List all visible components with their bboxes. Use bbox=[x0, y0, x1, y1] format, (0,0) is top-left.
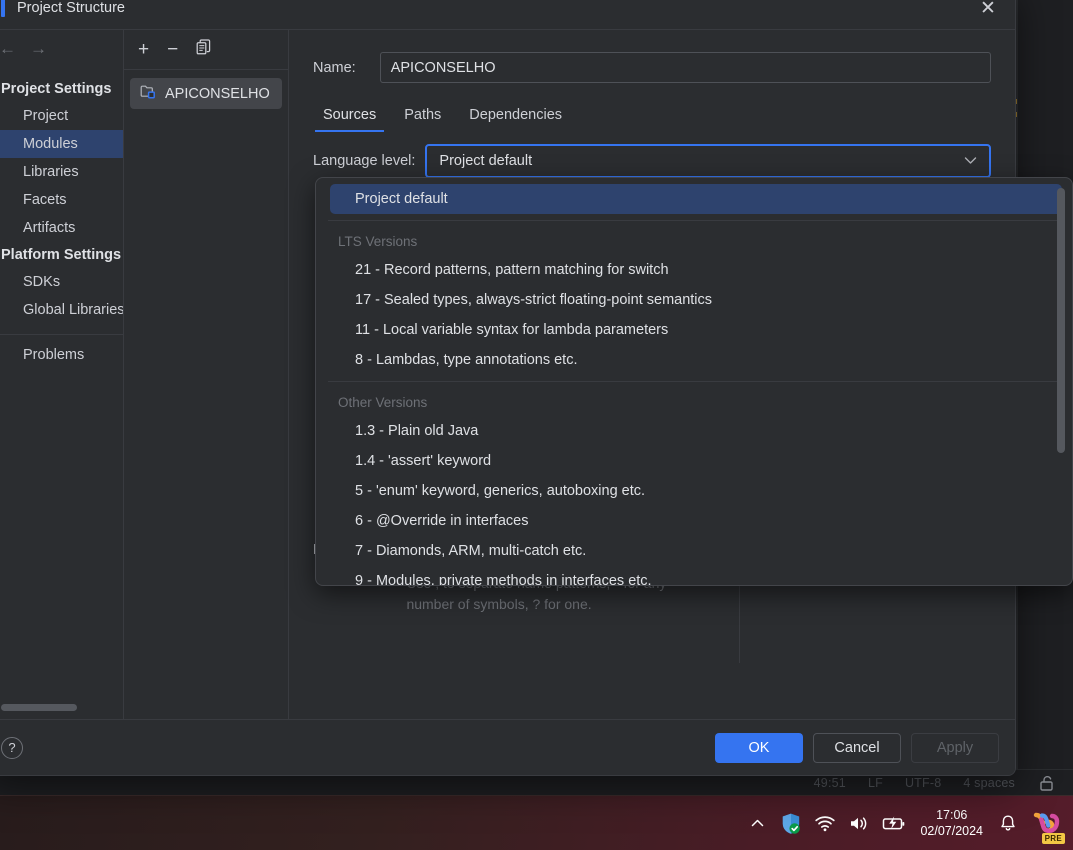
chevron-down-icon bbox=[964, 154, 977, 168]
wifi-icon[interactable] bbox=[808, 800, 842, 846]
bell-icon[interactable] bbox=[991, 800, 1025, 846]
dropdown-option-1-3[interactable]: 1.3 - Plain old Java bbox=[330, 416, 1062, 446]
dropdown-scrollbar-thumb[interactable] bbox=[1057, 188, 1065, 453]
settings-sidebar: ← → Project Settings Project Modules Lib… bbox=[0, 30, 124, 719]
dialog-title-bar: Project Structure ✕ bbox=[0, 0, 1015, 29]
status-caret-position[interactable]: 49:51 bbox=[814, 776, 846, 790]
dropdown-option-11[interactable]: 11 - Local variable syntax for lambda pa… bbox=[330, 315, 1062, 345]
add-module-button[interactable]: + bbox=[138, 40, 149, 59]
language-level-row: Language level: Project default bbox=[289, 132, 1015, 178]
sidebar-group-project-settings: Project Settings bbox=[1, 81, 112, 97]
language-level-dropdown: Project default LTS Versions 21 - Record… bbox=[315, 177, 1073, 586]
dropdown-option-9[interactable]: 9 - Modules, private methods in interfac… bbox=[330, 566, 1062, 585]
sidebar-item-artifacts[interactable]: Artifacts bbox=[0, 214, 123, 242]
dropdown-option-project-default[interactable]: Project default bbox=[330, 184, 1062, 214]
close-icon[interactable]: ✕ bbox=[971, 0, 1005, 25]
cancel-button[interactable]: Cancel bbox=[813, 732, 901, 763]
name-label: Name: bbox=[313, 59, 356, 76]
volume-icon[interactable] bbox=[842, 800, 876, 846]
taskbar-time: 17:06 bbox=[936, 808, 968, 822]
tab-paths[interactable]: Paths bbox=[390, 101, 455, 132]
screen: 49:51 LF UTF-8 4 spaces 17:06 02/07/2024… bbox=[0, 0, 1073, 850]
module-name-label: APICONSELHO bbox=[165, 85, 270, 102]
status-indent[interactable]: 4 spaces bbox=[963, 776, 1015, 790]
dropdown-list: Project default LTS Versions 21 - Record… bbox=[316, 178, 1072, 585]
ok-button[interactable]: OK bbox=[715, 732, 803, 763]
copilot-preview-badge: PRE bbox=[1041, 833, 1065, 844]
sidebar-item-global-libraries[interactable]: Global Libraries bbox=[0, 296, 123, 324]
status-encoding[interactable]: UTF-8 bbox=[905, 776, 941, 790]
module-name-row: Name: APICONSELHO bbox=[289, 30, 1015, 83]
apply-button: Apply bbox=[911, 732, 999, 763]
sidebar-nav: ← → bbox=[0, 30, 123, 68]
tab-sources[interactable]: Sources bbox=[309, 101, 390, 132]
module-tree: APICONSELHO bbox=[124, 70, 288, 109]
dialog-buttons: OK Cancel Apply bbox=[715, 732, 999, 763]
module-tree-item[interactable]: APICONSELHO bbox=[130, 78, 282, 109]
module-name-input[interactable]: APICONSELHO bbox=[379, 52, 991, 83]
sidebar-item-sdks[interactable]: SDKs bbox=[0, 268, 123, 296]
lock-open-icon[interactable] bbox=[1037, 774, 1057, 792]
dropdown-scrollbar[interactable] bbox=[1057, 182, 1069, 581]
battery-charging-icon[interactable] bbox=[876, 800, 912, 846]
dropdown-group-lts-versions: LTS Versions bbox=[338, 233, 418, 249]
back-arrow-icon[interactable]: ← bbox=[0, 39, 16, 59]
sidebar-item-facets[interactable]: Facets bbox=[0, 186, 123, 214]
module-folder-icon bbox=[140, 84, 157, 103]
windows-taskbar: 17:06 02/07/2024 PRE bbox=[0, 795, 1073, 850]
status-line-separator[interactable]: LF bbox=[868, 776, 883, 790]
language-level-label: Language level: bbox=[313, 153, 416, 169]
dropdown-option-8[interactable]: 8 - Lambdas, type annotations etc. bbox=[330, 345, 1062, 375]
dropdown-option-17[interactable]: 17 - Sealed types, always-strict floatin… bbox=[330, 285, 1062, 315]
system-tray: 17:06 02/07/2024 PRE bbox=[740, 800, 1073, 846]
sidebar-item-project[interactable]: Project bbox=[0, 102, 123, 130]
sidebar-item-problems[interactable]: Problems bbox=[0, 341, 123, 369]
sidebar-item-libraries[interactable]: Libraries bbox=[0, 158, 123, 186]
sidebar-group-platform-settings: Platform Settings bbox=[1, 247, 122, 263]
module-name-value: APICONSELHO bbox=[390, 59, 496, 76]
remove-module-button[interactable]: − bbox=[167, 40, 178, 59]
language-level-combobox[interactable]: Project default bbox=[425, 144, 991, 178]
sidebar-list: Project Settings Project Modules Librari… bbox=[0, 68, 123, 719]
dialog-accent-bar bbox=[1, 0, 5, 17]
dropdown-group-other-versions: Other Versions bbox=[338, 394, 428, 410]
windows-defender-icon[interactable] bbox=[774, 800, 808, 846]
sidebar-horizontal-scrollbar[interactable] bbox=[1, 704, 77, 711]
dropdown-option-1-4[interactable]: 1.4 - 'assert' keyword bbox=[330, 446, 1062, 476]
module-toolbar: + − bbox=[124, 30, 288, 70]
tab-dependencies[interactable]: Dependencies bbox=[455, 101, 576, 132]
dialog-footer: ? OK Cancel Apply bbox=[0, 719, 1015, 775]
taskbar-date: 02/07/2024 bbox=[920, 824, 983, 838]
dropdown-divider bbox=[328, 381, 1060, 382]
sidebar-item-modules[interactable]: Modules bbox=[0, 130, 123, 158]
dropdown-option-21[interactable]: 21 - Record patterns, pattern matching f… bbox=[330, 255, 1062, 285]
dropdown-option-6[interactable]: 6 - @Override in interfaces bbox=[330, 506, 1062, 536]
module-tabs: Sources Paths Dependencies bbox=[289, 83, 1015, 132]
copy-module-button[interactable] bbox=[196, 38, 212, 61]
chevron-up-icon[interactable] bbox=[740, 800, 774, 846]
taskbar-clock[interactable]: 17:06 02/07/2024 bbox=[912, 800, 991, 846]
forward-arrow-icon[interactable]: → bbox=[30, 39, 47, 59]
module-tree-column: + − APICONSELHO bbox=[124, 30, 289, 719]
copilot-icon[interactable]: PRE bbox=[1025, 800, 1065, 846]
language-level-value: Project default bbox=[439, 153, 533, 169]
dialog-title: Project Structure bbox=[17, 0, 125, 16]
help-icon[interactable]: ? bbox=[1, 736, 23, 759]
sidebar-divider bbox=[0, 334, 123, 335]
dropdown-option-7[interactable]: 7 - Diamonds, ARM, multi-catch etc. bbox=[330, 536, 1062, 566]
dropdown-divider bbox=[328, 220, 1060, 221]
dropdown-option-5[interactable]: 5 - 'enum' keyword, generics, autoboxing… bbox=[330, 476, 1062, 506]
